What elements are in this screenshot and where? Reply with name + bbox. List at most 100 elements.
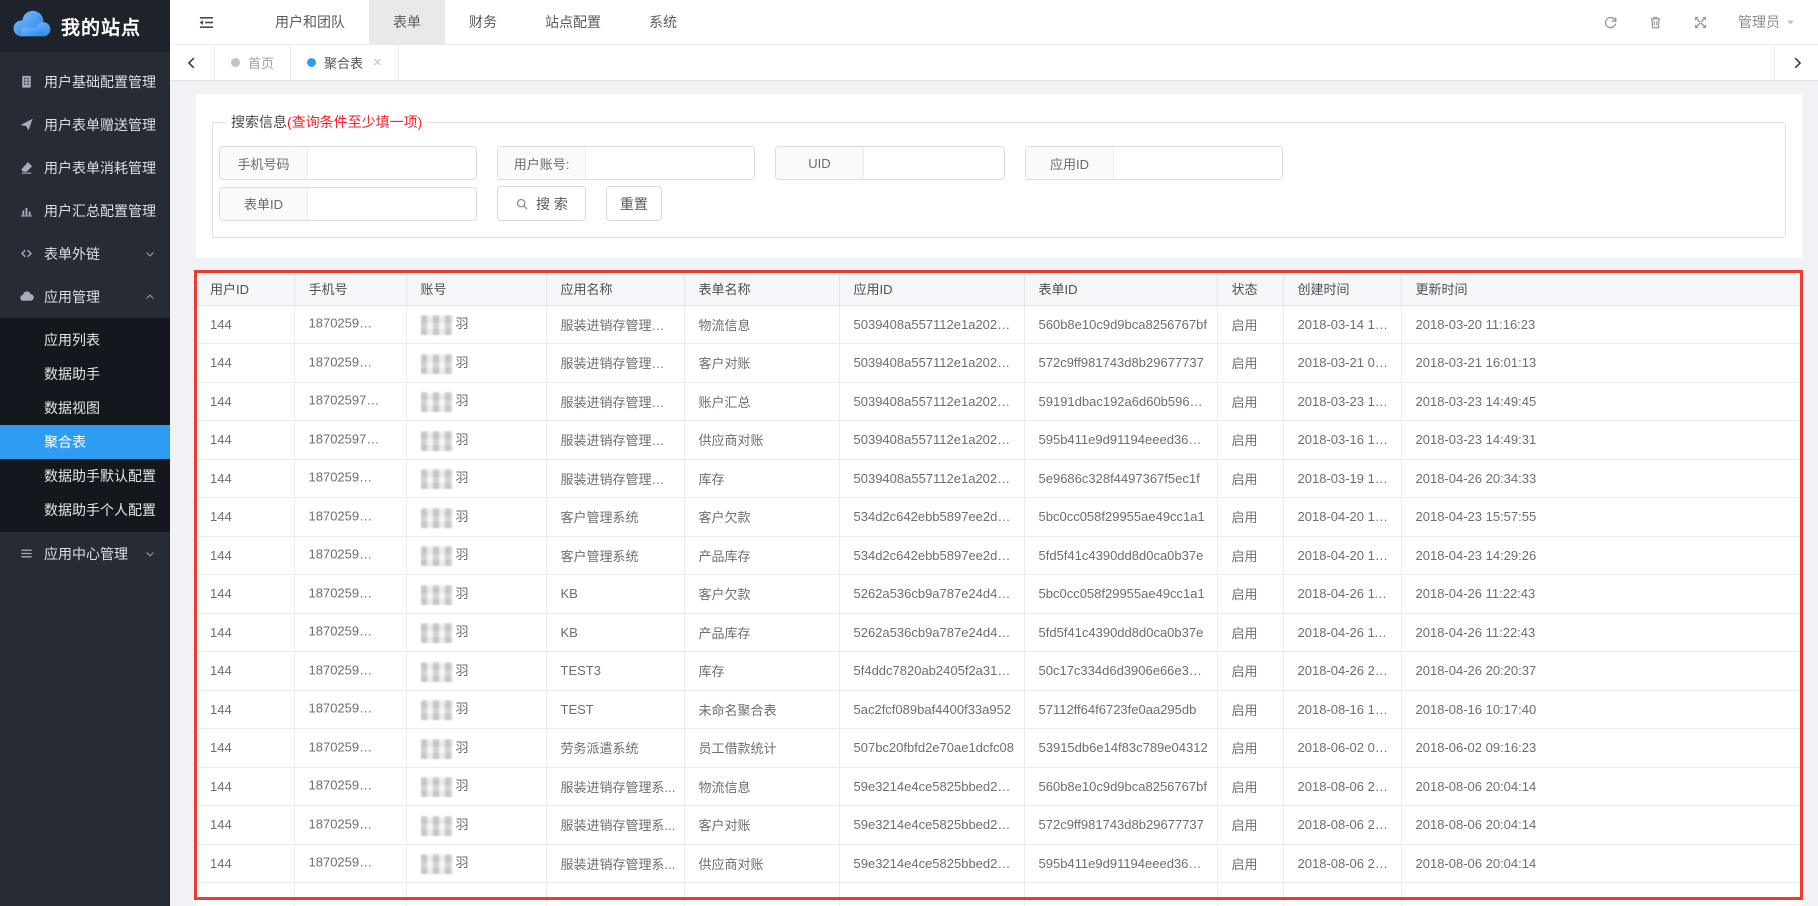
logo[interactable]: 我的站点 (0, 0, 170, 52)
sidebar-item[interactable]: 应用管理 (0, 275, 170, 318)
cell-status: 启用 (1217, 729, 1283, 768)
form-id-field-input[interactable] (308, 188, 476, 220)
account-field-group: 用户账号: (497, 146, 755, 180)
chevron-down-icon (142, 246, 158, 262)
cell-user-id: 144 (196, 652, 294, 691)
tabs-scroll-left-icon[interactable] (170, 45, 214, 80)
cell-phone: 1870259 (294, 767, 406, 806)
sidebar-item[interactable]: 用户基础配置管理 (0, 60, 170, 103)
masked-account-blur (421, 392, 453, 412)
account-visible-char: 羽 (456, 701, 469, 716)
cell-empty (546, 883, 684, 906)
search-button[interactable]: 搜 索 (497, 186, 586, 221)
search-icon (515, 197, 529, 211)
sidebar-item[interactable]: 用户表单消耗管理 (0, 146, 170, 189)
cell-app-name: 服装进销存管理系统 (546, 305, 684, 344)
phone-visible-digits: 1870259 (309, 855, 373, 870)
cell-status: 启用 (1217, 305, 1283, 344)
masked-account-blur (421, 315, 453, 335)
nav-item[interactable]: 表单 (369, 0, 445, 45)
cell-form-name: 供应商对账 (684, 421, 839, 460)
reset-button[interactable]: 重置 (606, 186, 662, 221)
sidebar-item[interactable]: 用户表单赠送管理 (0, 103, 170, 146)
cell-form-id: 560b8e10c9d9bca8256767bf (1024, 767, 1217, 806)
tab[interactable]: 首页 (215, 45, 291, 80)
cell-user-id: 144 (196, 305, 294, 344)
sidebar-subitem[interactable]: 数据助手默认配置 (0, 459, 170, 493)
account-field-input[interactable] (586, 147, 754, 179)
cell-app-id: 5039408a557112e1a2025a56 (839, 382, 1024, 421)
cell-app-name: 客户管理系统 (546, 498, 684, 537)
refresh-icon[interactable] (1603, 15, 1618, 30)
cell-phone: 1870259 (294, 806, 406, 845)
uid-field-input[interactable] (864, 147, 1004, 179)
cell-created-time: 2018-04-20 10:39:03 (1283, 536, 1401, 575)
sidebar-item-label: 应用中心管理 (44, 544, 128, 564)
cloud-icon (18, 289, 34, 305)
account-visible-char: 羽 (456, 663, 469, 678)
phone-visible-digits: 1870259 (309, 508, 373, 523)
cell-user-id: 144 (196, 729, 294, 768)
sidebar-item[interactable]: 表单外链 (0, 232, 170, 275)
sidebar-subitem[interactable]: 数据助手个人配置 (0, 493, 170, 527)
search-panel: 搜索信息(查询条件至少填一项) 手机号码用户账号:UID应用ID 表单ID 搜 … (196, 94, 1802, 258)
nav-menu: 用户和团队表单财务站点配置系统 (251, 0, 701, 45)
account-visible-char: 羽 (456, 316, 469, 331)
column-header: 应用ID (839, 272, 1024, 305)
table-row: 1441870259羽服装进销存管理系...供应商对账59e3214e4ce58… (196, 844, 1802, 883)
tabs-scroll-right-icon[interactable] (1774, 45, 1818, 80)
trash-icon[interactable] (1648, 15, 1663, 30)
app-id-field-input[interactable] (1114, 147, 1282, 179)
cell-form-name: 库存 (684, 459, 839, 498)
user-name: 管理员 (1738, 12, 1780, 32)
cell-app-id: 5262a536cb9a787e24d46de7 (839, 613, 1024, 652)
cell-created-time: 2018-08-06 20:04:14 (1283, 767, 1401, 806)
close-tab-icon[interactable]: × (373, 55, 382, 70)
phone-visible-digits: 1870259 (309, 316, 373, 331)
masked-account-blur (421, 546, 453, 566)
sidebar-subitem-active[interactable]: 聚合表 (0, 425, 170, 459)
tab-dot (307, 58, 316, 67)
results-table: 用户ID手机号账号应用名称表单名称应用ID表单ID状态创建时间更新时间14418… (196, 272, 1801, 906)
account-visible-char: 羽 (456, 355, 469, 370)
cell-form-id: 595b411e9d91194eeed362ab (1024, 421, 1217, 460)
main-area: 用户和团队表单财务站点配置系统 管理员 首页聚合表× 搜索信息(查询条件至少填一… (170, 0, 1818, 906)
sidebar-subitem[interactable]: 数据视图 (0, 391, 170, 425)
phone-field-input[interactable] (308, 147, 476, 179)
cell-empty (1283, 883, 1401, 906)
cell-user-id: 144 (196, 844, 294, 883)
cell-app-id: 5039408a557112e1a2025a56 (839, 344, 1024, 383)
nav-item[interactable]: 财务 (445, 0, 521, 45)
sidebar-subitem[interactable]: 应用列表 (0, 323, 170, 357)
masked-account-blur (421, 816, 453, 836)
sidebar-item[interactable]: 应用中心管理 (0, 532, 170, 575)
table-row: 14418702597羽服装进销存管理系统供应商对账5039408a557112… (196, 421, 1802, 460)
nav-item[interactable]: 系统 (625, 0, 701, 45)
cell-app-name: 劳务派遣系统 (546, 729, 684, 768)
account-visible-char: 羽 (456, 470, 469, 485)
cell-status: 启用 (1217, 459, 1283, 498)
cell-phone: 1870259 (294, 459, 406, 498)
masked-account-blur (421, 777, 453, 797)
nav-item[interactable]: 用户和团队 (251, 0, 369, 45)
cell-empty (294, 883, 406, 906)
sidebar-item[interactable]: 用户汇总配置管理 (0, 189, 170, 232)
cell-form-name: 客户对账 (684, 344, 839, 383)
nav-item[interactable]: 站点配置 (521, 0, 625, 45)
tab[interactable]: 聚合表× (291, 45, 399, 80)
cell-user-id: 144 (196, 421, 294, 460)
phone-field-label: 手机号码 (220, 147, 308, 179)
cell-status: 启用 (1217, 844, 1283, 883)
user-menu[interactable]: 管理员 (1738, 12, 1796, 32)
cell-status: 启用 (1217, 498, 1283, 537)
cell-empty (406, 883, 546, 906)
cell-user-id: 144 (196, 575, 294, 614)
app-id-field-label: 应用ID (1026, 147, 1114, 179)
sidebar-subitem[interactable]: 数据助手 (0, 357, 170, 391)
fullscreen-icon[interactable] (1693, 15, 1708, 30)
collapse-sidebar-icon[interactable] (198, 15, 215, 30)
phone-visible-digits: 18702597 (309, 431, 380, 446)
account-visible-char: 羽 (456, 586, 469, 601)
table-row: 1441870259羽服装进销存管理系统库存5039408a557112e1a2… (196, 459, 1802, 498)
column-header: 表单名称 (684, 272, 839, 305)
